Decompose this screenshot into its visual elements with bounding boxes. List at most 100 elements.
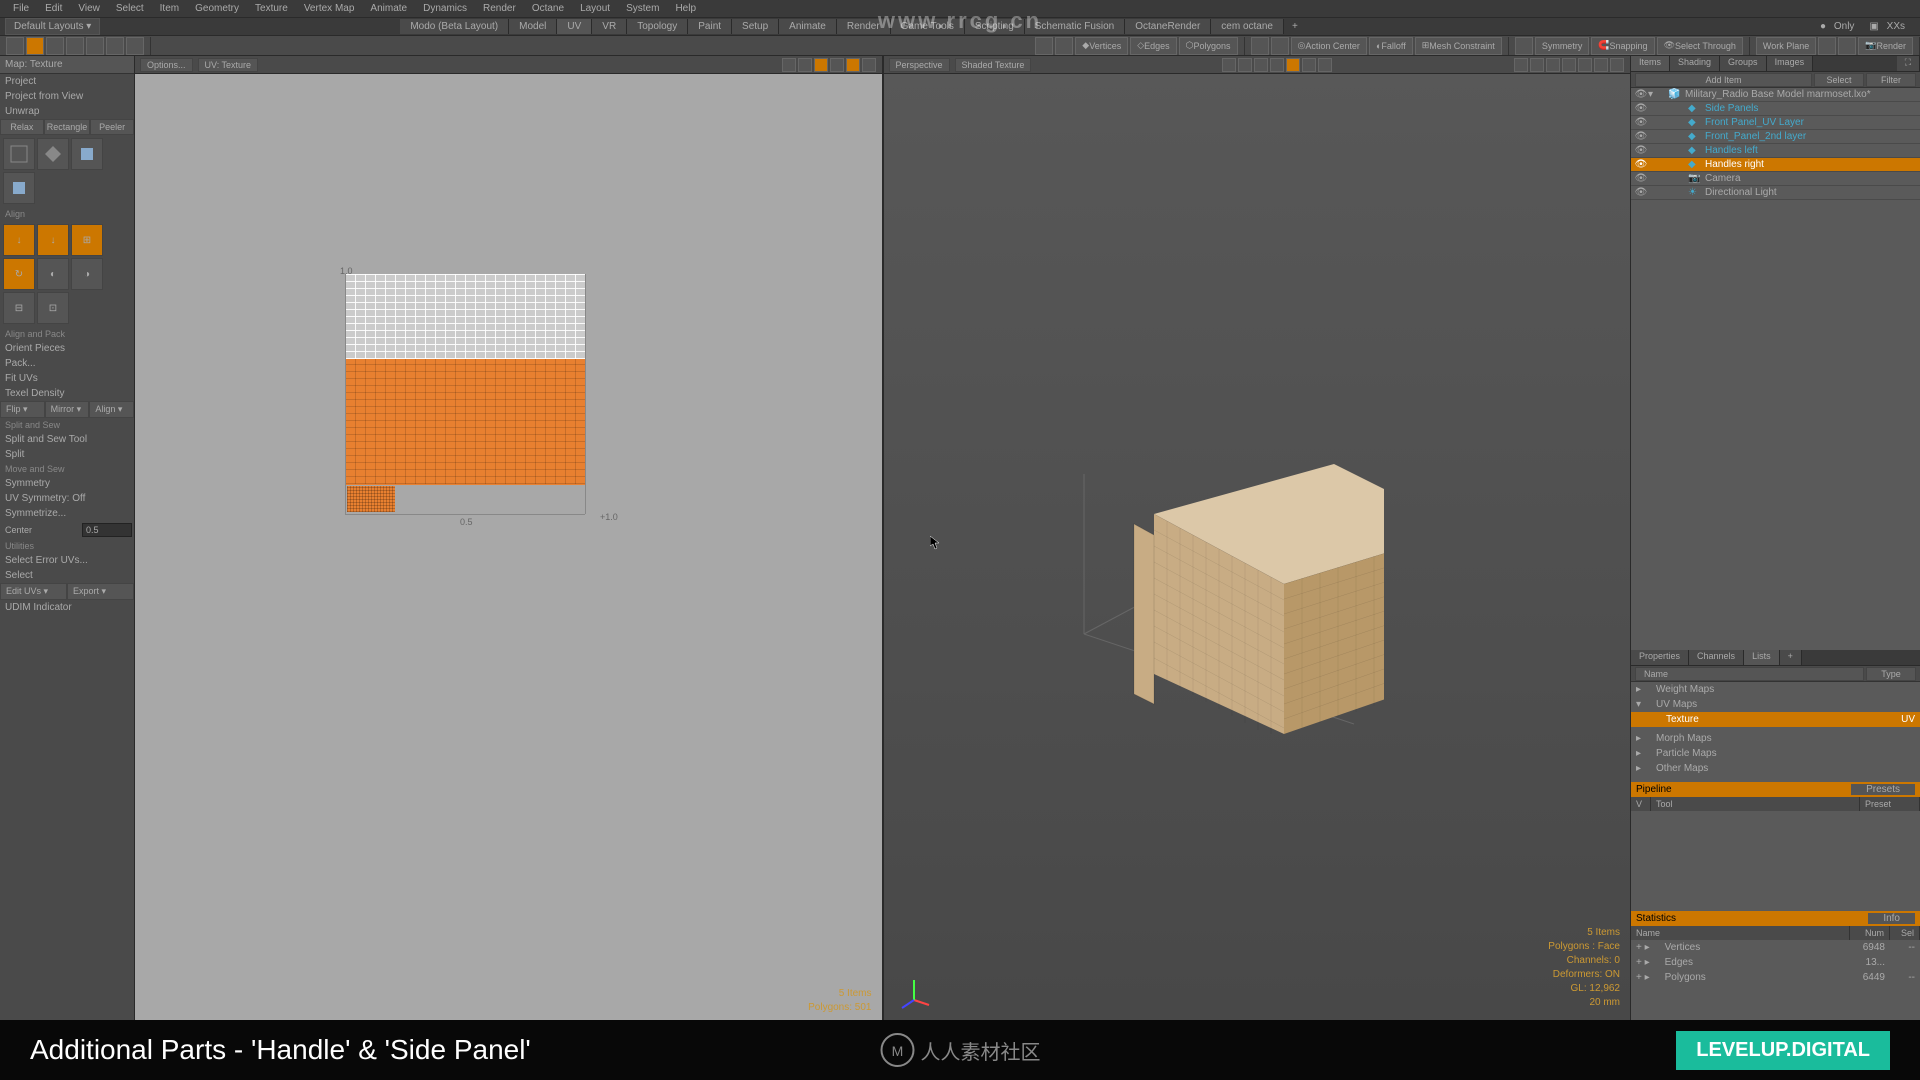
panel-tab-shading[interactable]: Shading <box>1670 56 1720 71</box>
info-label[interactable]: Info <box>1868 913 1915 924</box>
stat-polygons[interactable]: + ▸Polygons6449-- <box>1631 970 1920 985</box>
wp-icon1[interactable] <box>1818 37 1836 55</box>
v3d-btn-r1[interactable] <box>1514 58 1528 72</box>
v3d-btn-1[interactable] <box>1222 58 1236 72</box>
props-tab-channels[interactable]: Channels <box>1689 650 1744 665</box>
panel-tab-groups[interactable]: Groups <box>1720 56 1767 71</box>
map-texture[interactable]: TextureUV <box>1631 712 1920 727</box>
uv-btn-6[interactable] <box>862 58 876 72</box>
center-input[interactable] <box>82 523 132 537</box>
v3d-btn-2[interactable] <box>1238 58 1252 72</box>
map-morph[interactable]: ▸Morph Maps <box>1631 731 1920 746</box>
map-dropdown[interactable]: Map: Texture <box>0 56 134 74</box>
tool-transform[interactable] <box>86 37 104 55</box>
panel-tab-items[interactable]: Items <box>1631 56 1670 71</box>
peeler-button[interactable]: Peeler <box>90 119 134 135</box>
align-icon-1[interactable] <box>3 138 35 170</box>
falloff-button[interactable]: ◐ Falloff <box>1369 37 1413 55</box>
split-button[interactable]: Split <box>0 447 134 462</box>
unwrap-button[interactable]: Unwrap <box>0 104 134 119</box>
v3d-btn-7[interactable] <box>1318 58 1332 72</box>
uv-btn-1[interactable] <box>782 58 796 72</box>
tool-extra2[interactable] <box>126 37 144 55</box>
v3d-btn-r3[interactable] <box>1546 58 1560 72</box>
map-other[interactable]: ▸Other Maps <box>1631 761 1920 776</box>
tool-select[interactable] <box>6 37 24 55</box>
align-tool-4[interactable]: ↻ <box>3 258 35 290</box>
menu-layout[interactable]: Layout <box>572 3 618 14</box>
presets-label[interactable]: Presets <box>1851 784 1915 795</box>
symmetrize-button[interactable]: Symmetrize... <box>0 506 134 521</box>
align-icon-3[interactable] <box>71 138 103 170</box>
tab-modo[interactable]: Modo (Beta Layout) <box>400 19 509 34</box>
align-tool-1[interactable]: ↓ <box>3 224 35 256</box>
flip-dropdown[interactable]: Flip ▾ <box>0 401 45 418</box>
mode-btn1[interactable] <box>1035 37 1053 55</box>
shaded-dropdown[interactable]: Shaded Texture <box>955 58 1032 72</box>
panel-expand-icon[interactable]: ⛶ <box>1897 56 1920 71</box>
mesh-constraint-button[interactable]: ⊞ Mesh Constraint <box>1415 37 1502 55</box>
menu-render[interactable]: Render <box>475 3 524 14</box>
tool-extra1[interactable] <box>106 37 124 55</box>
v3d-btn-6[interactable] <box>1302 58 1316 72</box>
3d-canvas[interactable]: 5 Items Polygons : Face Channels: 0 Defo… <box>884 74 1631 1020</box>
tool-move[interactable] <box>26 37 44 55</box>
uv-viewport[interactable]: Options... UV: Texture 1.0 0.5 +1.0 5 It… <box>135 56 884 1020</box>
polygons-button[interactable]: ⬡ Polygons <box>1179 37 1238 55</box>
item-light[interactable]: 👁 ☀ Directional Light <box>1631 186 1920 200</box>
uv-texture-dropdown[interactable]: UV: Texture <box>198 58 259 72</box>
uv-btn-5[interactable] <box>846 58 860 72</box>
tab-paint[interactable]: Paint <box>688 19 732 34</box>
select-through-button[interactable]: 👁 Select Through <box>1657 37 1743 55</box>
align-tool-5[interactable]: ◐ <box>37 258 69 290</box>
uv-canvas[interactable]: 1.0 0.5 +1.0 5 Items Polygons: 501 <box>135 74 882 1020</box>
layout-dropdown[interactable]: Default Layouts ▾ <box>5 18 100 35</box>
v3d-btn-4[interactable] <box>1270 58 1284 72</box>
tool-rotate[interactable] <box>46 37 64 55</box>
mirror-dropdown[interactable]: Mirror ▾ <box>45 401 90 418</box>
tab-animate[interactable]: Animate <box>779 19 837 34</box>
texel-button[interactable]: Texel Density <box>0 386 134 401</box>
v3d-btn-5[interactable] <box>1286 58 1300 72</box>
menu-dynamics[interactable]: Dynamics <box>415 3 475 14</box>
menu-view[interactable]: View <box>70 3 108 14</box>
item-camera[interactable]: 👁 📷 Camera <box>1631 172 1920 186</box>
sym-icon[interactable] <box>1515 37 1533 55</box>
axis-widget[interactable] <box>894 970 934 1010</box>
menu-system[interactable]: System <box>618 3 667 14</box>
work-plane-button[interactable]: Work Plane <box>1756 37 1816 55</box>
orient-button[interactable]: Orient Pieces <box>0 341 134 356</box>
tab-vr[interactable]: VR <box>592 19 627 34</box>
map-uv[interactable]: ▾UV Maps <box>1631 697 1920 712</box>
props-tab-properties[interactable]: Properties <box>1631 650 1689 665</box>
fit-uvs-button[interactable]: Fit UVs <box>0 371 134 386</box>
select-button-panel[interactable]: Select <box>1814 73 1864 87</box>
export-dropdown[interactable]: Export ▾ <box>67 583 134 600</box>
menu-texture[interactable]: Texture <box>247 3 296 14</box>
project-from-view-button[interactable]: Project from View <box>0 89 134 104</box>
symmetry-button[interactable]: Symmetry <box>0 476 134 491</box>
tab-model[interactable]: Model <box>509 19 557 34</box>
statistics-header[interactable]: Statistics Info <box>1631 911 1920 926</box>
relax-button[interactable]: Relax <box>0 119 44 135</box>
scene-root[interactable]: 👁▾ 🧊 Military_Radio Base Model marmoset.… <box>1631 88 1920 102</box>
v3d-btn-r2[interactable] <box>1530 58 1544 72</box>
xxs-button[interactable]: ▣ XXs <box>1864 21 1915 32</box>
tab-setup[interactable]: Setup <box>732 19 779 34</box>
filter-button-panel[interactable]: Filter <box>1866 73 1916 87</box>
item-handles-right[interactable]: 👁 ◆ Handles right <box>1631 158 1920 172</box>
mode-btn2[interactable] <box>1055 37 1073 55</box>
menu-help[interactable]: Help <box>667 3 704 14</box>
uv-island-orange-large[interactable] <box>345 359 585 484</box>
center-icon2[interactable] <box>1271 37 1289 55</box>
align-tool-8[interactable]: ⊡ <box>37 292 69 324</box>
align-icon-4[interactable] <box>3 172 35 204</box>
project-button[interactable]: Project <box>0 74 134 89</box>
only-toggle[interactable]: ● Only <box>1815 21 1864 32</box>
menu-geometry[interactable]: Geometry <box>187 3 247 14</box>
symmetry-button[interactable]: Symmetry <box>1535 37 1590 55</box>
rectangle-button[interactable]: Rectangle <box>44 119 91 135</box>
select-button[interactable]: Select <box>0 568 134 583</box>
align-dropdown[interactable]: Align ▾ <box>89 401 134 418</box>
map-weight[interactable]: ▸Weight Maps <box>1631 682 1920 697</box>
